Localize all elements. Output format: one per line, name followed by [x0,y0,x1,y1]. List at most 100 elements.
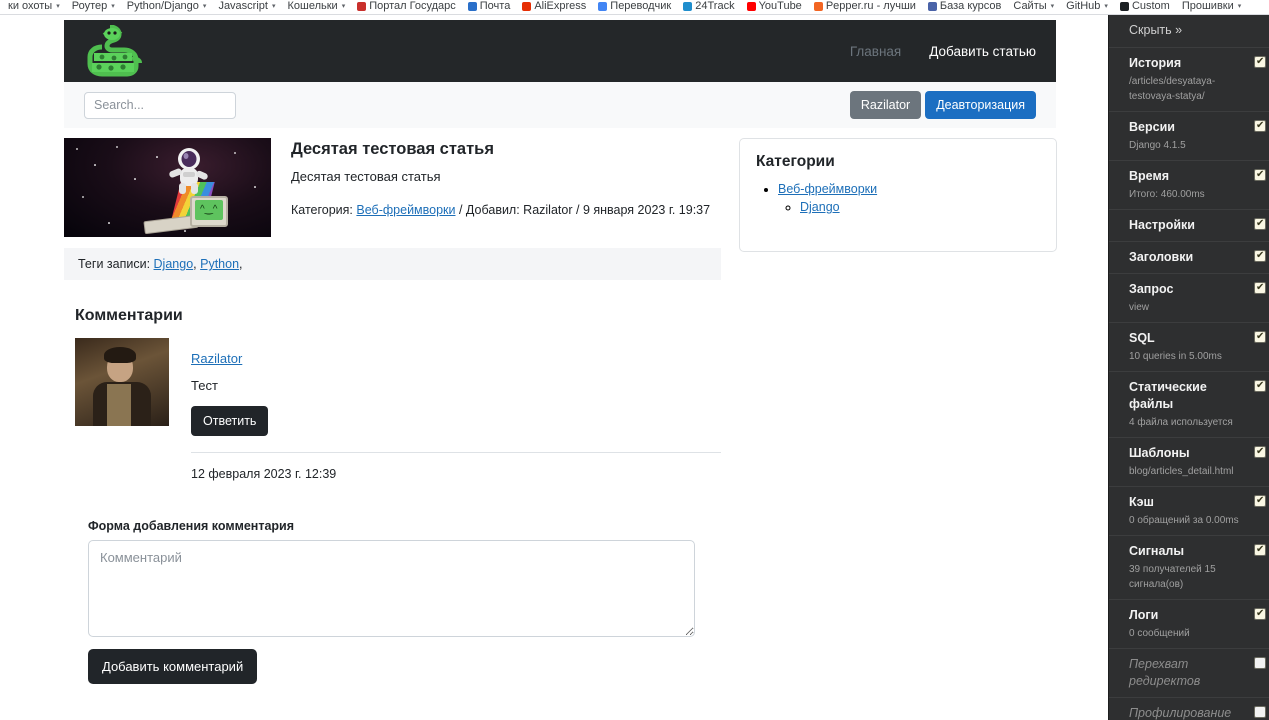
category-link-web-frameworks[interactable]: Веб-фреймворки [778,182,877,196]
ddt-panel-checkbox[interactable] [1254,55,1266,68]
bookmark-item[interactable]: 24Track [677,0,740,14]
tag-separator-2: , [239,257,243,271]
bookmark-item[interactable]: Python/Django ▾ [121,0,213,14]
bookmark-favicon-icon [813,2,823,11]
bookmark-favicon-icon [357,2,367,11]
ddt-panel-name[interactable]: Настройки [1129,217,1245,234]
bookmark-item[interactable]: ки охоты ▾ [2,0,66,14]
ddt-panel-checkbox[interactable] [1254,607,1266,620]
right-column: Категории Веб-фреймворки Django [739,138,1057,684]
ddt-panel[interactable]: Версии Django 4.1.5 [1109,112,1269,161]
ddt-panel-name[interactable]: Кэш [1129,494,1245,511]
nav-link-home[interactable]: Главная [850,44,901,59]
comment-body: Razilator Тест Ответить 12 февраля 2023 … [191,338,721,481]
ddt-panel-summary: 4 файла используется [1129,417,1233,428]
bookmark-item[interactable]: Переводчик [592,0,677,14]
bookmark-item[interactable]: GitHub ▾ [1060,0,1114,14]
bookmark-label: GitHub [1066,0,1101,12]
auth-button-group: Razilator Деавторизация [849,90,1036,120]
article-text-block: Десятая тестовая статья Десятая тестовая… [291,138,721,237]
bookmark-item[interactable]: AliExpress [516,0,592,14]
ddt-panel-name[interactable]: Профилирование [1129,705,1245,720]
ddt-panel[interactable]: Настройки [1109,210,1269,242]
bookmark-label: База курсов [939,0,1002,12]
reply-button[interactable]: Ответить [191,406,269,436]
nav-link-add-article[interactable]: Добавить статью [929,44,1036,59]
ddt-panel[interactable]: Заголовки [1109,242,1269,274]
tag-link-python[interactable]: Python [200,257,239,271]
bookmark-item[interactable]: Почта [462,0,517,14]
browser-bookmarks-bar: ки охоты ▾ Роутер ▾ Python/Django ▾ Javascript… [0,0,1269,15]
subcategory-item: Django [800,200,1040,214]
ddt-panel-name[interactable]: Время [1129,168,1245,185]
ddt-panel[interactable]: Сигналы 39 получателей 15 сигнала(ов) [1109,536,1269,600]
ddt-panel-name[interactable]: Шаблоны [1129,445,1245,462]
comment-author-link[interactable]: Razilator [191,351,242,366]
ddt-panel[interactable]: Шаблоны blog/articles_detail.html [1109,438,1269,487]
ddt-panel-checkbox[interactable] [1254,249,1266,262]
ddt-panel-checkbox[interactable] [1254,281,1266,294]
submit-comment-button[interactable]: Добавить комментарий [88,649,258,684]
ddt-panel[interactable]: Перехват редиректов [1109,649,1269,698]
current-user-button[interactable]: Razilator [849,90,922,120]
ddt-panel-checkbox[interactable] [1254,445,1266,458]
astronaut-graphic [168,146,210,194]
ddt-panel-checkbox[interactable] [1254,543,1266,556]
bookmark-item[interactable]: Прошивки ▾ [1176,0,1247,14]
category-link-django[interactable]: Django [800,200,840,214]
ddt-panel-checkbox[interactable] [1254,494,1266,507]
ddt-panel[interactable]: SQL 10 queries in 5.00ms [1109,323,1269,372]
bookmark-item[interactable]: Javascript ▾ [212,0,281,14]
ddt-panel-checkbox[interactable] [1254,119,1266,132]
ddt-panel-name[interactable]: SQL [1129,330,1245,347]
ddt-panel[interactable]: Запрос view [1109,274,1269,323]
django-debug-toolbar: Скрыть » История/articles/desyataya-test… [1108,15,1269,720]
bookmark-item[interactable]: Роутер ▾ [66,0,121,14]
ddt-panel-name[interactable]: Логи [1129,607,1245,624]
ddt-panel-name[interactable]: История [1129,55,1245,72]
bookmark-item[interactable]: Сайты ▾ [1007,0,1060,14]
ddt-panel-checkbox[interactable] [1254,706,1266,718]
bookmark-item[interactable]: Портал Государс [351,0,462,14]
search-input[interactable] [84,91,236,119]
ddt-panel[interactable]: История/articles/desyataya-testovaya-sta… [1109,48,1269,112]
ddt-panel-name[interactable]: Запрос [1129,281,1245,298]
main-content-row: ^‿^ Десятая тестовая статья Десятая тест… [64,138,1057,684]
bookmark-favicon-icon [1119,2,1129,11]
ddt-panel-name[interactable]: Сигналы [1129,543,1245,560]
ddt-panel-name[interactable]: Версии [1129,119,1245,136]
bookmark-label: Pepper.ru - лучши [825,0,916,12]
ddt-panel-summary: 39 получателей 15 сигнала(ов) [1129,564,1216,590]
tag-link-django[interactable]: Django [154,257,194,271]
ddt-panel[interactable]: Логи 0 сообщений [1109,600,1269,649]
ddt-panel-checkbox[interactable] [1254,330,1266,343]
article-description: Десятая тестовая статья [291,169,441,184]
bookmark-item[interactable]: База курсов [922,0,1007,14]
comment-textarea[interactable] [88,540,695,637]
categories-list: Веб-фреймворки Django [756,182,1040,214]
ddt-panel[interactable]: Профилирование [1109,698,1269,720]
python-snake-logo-icon[interactable] [84,24,142,77]
ddt-panel-checkbox[interactable] [1254,379,1266,392]
bookmark-item[interactable]: YouTube [741,0,808,14]
bookmark-item[interactable]: Custom [1114,0,1176,14]
ddt-panel-name[interactable]: Перехват редиректов [1129,656,1245,690]
ddt-panel[interactable]: Кэш 0 обращений за 0.00ms [1109,487,1269,536]
ddt-panel-name[interactable]: Статические файлы [1129,379,1245,413]
ddt-panel-checkbox[interactable] [1254,657,1266,669]
navbar-links: Главная Добавить статью [850,44,1036,59]
bookmark-favicon-icon [927,2,937,11]
ddt-hide-button[interactable]: Скрыть » [1109,15,1269,48]
bookmark-label: Сайты [1013,0,1047,12]
article-category-link[interactable]: Веб-фреймворки [356,203,455,217]
ddt-panel-checkbox[interactable] [1254,168,1266,181]
bookmark-item[interactable]: Pepper.ru - лучши [808,0,922,14]
bookmark-favicon-icon [467,2,477,11]
ddt-panel-name[interactable]: Заголовки [1129,249,1245,266]
logout-button[interactable]: Деавторизация [925,90,1036,120]
ddt-panel-checkbox[interactable] [1254,217,1266,230]
web-page-viewport: Главная Добавить статью Razilator Деавто… [0,15,1108,720]
ddt-panel[interactable]: Время Итого: 460.00ms [1109,161,1269,210]
bookmark-item[interactable]: Кошельки ▾ [281,0,351,14]
ddt-panel[interactable]: Статические файлы 4 файла используется [1109,372,1269,438]
